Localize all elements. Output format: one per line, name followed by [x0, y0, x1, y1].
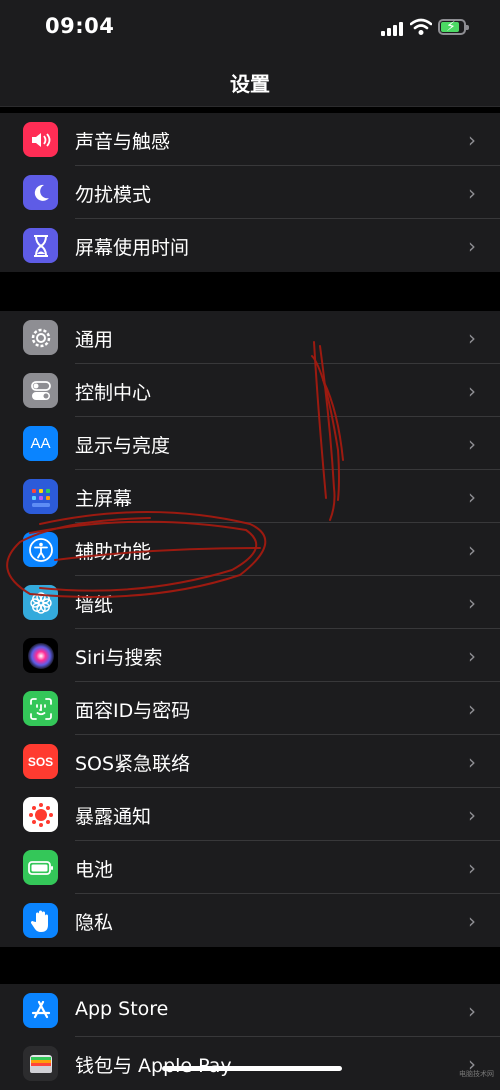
settings-row-sounds[interactable]: 声音与触感 ›: [0, 113, 500, 166]
siri-icon: [23, 638, 58, 673]
settings-row-label: 声音与触感: [75, 131, 171, 153]
chevron-right-icon: ›: [468, 128, 476, 152]
chevron-right-icon: ›: [468, 538, 476, 562]
moon-icon: [23, 175, 58, 210]
settings-row-privacy[interactable]: 隐私 ›: [0, 894, 500, 947]
chevron-right-icon: ›: [468, 909, 476, 933]
chevron-right-icon: ›: [468, 234, 476, 258]
settings-row-label: 电池: [75, 859, 114, 881]
chevron-right-icon: ›: [468, 379, 476, 403]
sos-icon-text: SOS: [27, 754, 54, 769]
chevron-right-icon: ›: [468, 856, 476, 880]
settings-row-emergency-sos[interactable]: SOS SOS紧急联络 ›: [0, 735, 500, 788]
settings-row-battery[interactable]: 电池 ›: [0, 841, 500, 894]
settings-row-label: 钱包与 Apple Pay: [75, 1055, 232, 1077]
settings-row-do-not-disturb[interactable]: 勿扰模式 ›: [0, 166, 500, 219]
settings-row-wallet-apple-pay[interactable]: 钱包与 Apple Pay ›: [0, 1037, 500, 1090]
hourglass-icon: [23, 228, 58, 263]
settings-group-3: App Store › 钱包与 Apple Pay ›: [0, 984, 500, 1090]
battery-status-icon: ⚡: [438, 19, 469, 35]
settings-row-label: SOS紧急联络: [75, 753, 191, 775]
home-indicator[interactable]: [162, 1066, 342, 1071]
settings-row-label: 面容ID与密码: [75, 700, 191, 722]
chevron-right-icon: ›: [468, 181, 476, 205]
settings-row-general[interactable]: 通用 ›: [0, 311, 500, 364]
settings-row-label: 屏幕使用时间: [75, 237, 190, 259]
sos-icon: SOS: [23, 744, 58, 779]
settings-row-label: 显示与亮度: [75, 435, 171, 457]
watermark-text: 电脑技术网: [459, 1070, 494, 1078]
settings-group-2: 通用 › 控制中心 › AA 显示与亮度 › 主屏幕 › 辅助功能 › 墙纸 ›…: [0, 311, 500, 947]
settings-row-screen-time[interactable]: 屏幕使用时间 ›: [0, 219, 500, 272]
settings-row-home-screen[interactable]: 主屏幕 ›: [0, 470, 500, 523]
chevron-right-icon: ›: [468, 644, 476, 668]
settings-row-label: 主屏幕: [75, 488, 133, 510]
settings-row-label: 通用: [75, 329, 114, 351]
chevron-right-icon: ›: [468, 485, 476, 509]
chevron-right-icon: ›: [468, 591, 476, 615]
chevron-right-icon: ›: [468, 432, 476, 456]
settings-row-accessibility[interactable]: 辅助功能 ›: [0, 523, 500, 576]
settings-row-label: 隐私: [75, 912, 114, 934]
wallet-icon: [23, 1046, 58, 1081]
text-size-icon: AA: [23, 426, 58, 461]
settings-row-display-brightness[interactable]: AA 显示与亮度 ›: [0, 417, 500, 470]
settings-row-label: 勿扰模式: [75, 184, 152, 206]
exposure-icon: [23, 797, 58, 832]
status-time: 09:04: [45, 14, 115, 38]
settings-row-wallpaper[interactable]: 墙纸 ›: [0, 576, 500, 629]
nav-bar: 设置: [0, 56, 500, 107]
toggles-icon: [23, 373, 58, 408]
settings-row-siri-search[interactable]: Siri与搜索 ›: [0, 629, 500, 682]
settings-row-label: Siri与搜索: [75, 647, 163, 669]
settings-row-label: 暴露通知: [75, 806, 152, 828]
settings-row-face-id-passcode[interactable]: 面容ID与密码 ›: [0, 682, 500, 735]
settings-row-label: 墙纸: [75, 594, 114, 616]
chevron-right-icon: ›: [468, 697, 476, 721]
settings-row-app-store[interactable]: App Store ›: [0, 984, 500, 1037]
page-title: 设置: [230, 72, 270, 96]
accessibility-icon: [23, 532, 58, 567]
status-bar: 09:04 ⚡: [0, 0, 500, 56]
battery-icon: [23, 850, 58, 885]
cellular-signal-icon: [381, 22, 405, 36]
chevron-right-icon: ›: [468, 750, 476, 774]
chevron-right-icon: ›: [468, 326, 476, 350]
settings-row-control-center[interactable]: 控制中心 ›: [0, 364, 500, 417]
flower-icon: [23, 585, 58, 620]
chevron-right-icon: ›: [468, 803, 476, 827]
settings-row-label: App Store: [75, 998, 169, 1020]
settings-group-1: 声音与触感 › 勿扰模式 › 屏幕使用时间 ›: [0, 113, 500, 272]
app-store-icon: [23, 993, 58, 1028]
settings-row-label: 辅助功能: [75, 541, 152, 563]
face-id-icon: [23, 691, 58, 726]
hand-icon: [23, 903, 58, 938]
wifi-icon: [409, 18, 433, 36]
home-grid-icon: [23, 479, 58, 514]
speaker-icon: [23, 122, 58, 157]
settings-row-label: 控制中心: [75, 382, 152, 404]
gear-icon: [23, 320, 58, 355]
settings-row-exposure-notifications[interactable]: 暴露通知 ›: [0, 788, 500, 841]
chevron-right-icon: ›: [468, 999, 476, 1023]
